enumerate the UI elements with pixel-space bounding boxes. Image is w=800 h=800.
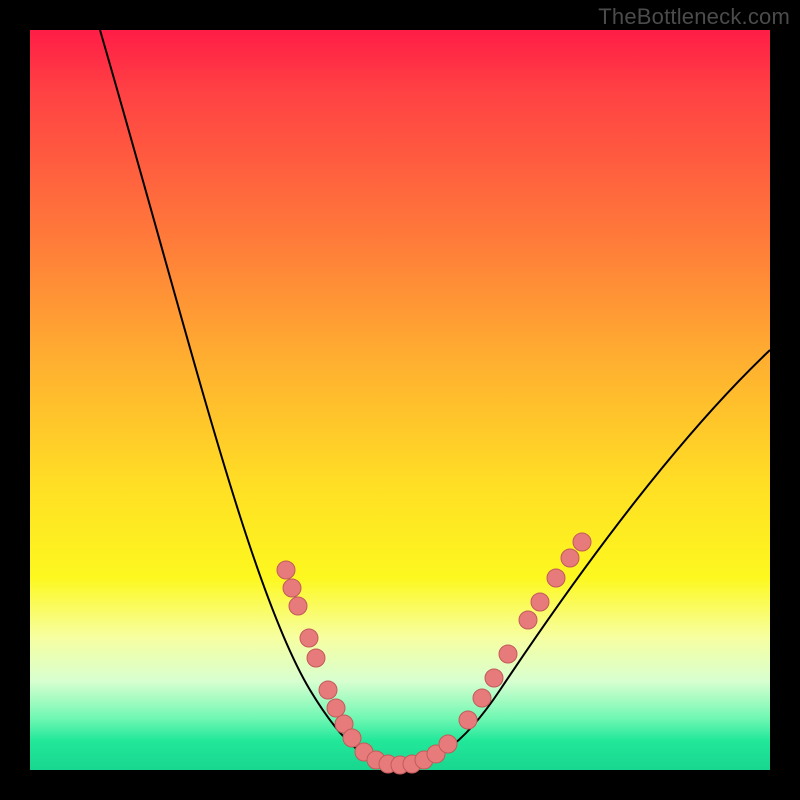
plot-area <box>30 30 770 770</box>
data-marker <box>300 629 318 647</box>
data-marker <box>319 681 337 699</box>
data-marker <box>547 569 565 587</box>
data-marker <box>473 689 491 707</box>
data-marker <box>459 711 477 729</box>
bottleneck-curve <box>100 30 770 765</box>
data-marker <box>327 699 345 717</box>
data-marker <box>499 645 517 663</box>
watermark-text: TheBottleneck.com <box>598 4 790 30</box>
data-marker <box>277 561 295 579</box>
data-marker <box>531 593 549 611</box>
chart-svg <box>30 30 770 770</box>
data-marker <box>439 735 457 753</box>
data-marker <box>561 549 579 567</box>
data-marker <box>519 611 537 629</box>
data-marker <box>485 669 503 687</box>
data-marker <box>307 649 325 667</box>
data-marker <box>283 579 301 597</box>
data-marker <box>573 533 591 551</box>
data-marker <box>289 597 307 615</box>
marker-group <box>277 533 591 774</box>
chart-frame: TheBottleneck.com <box>0 0 800 800</box>
data-marker <box>343 729 361 747</box>
